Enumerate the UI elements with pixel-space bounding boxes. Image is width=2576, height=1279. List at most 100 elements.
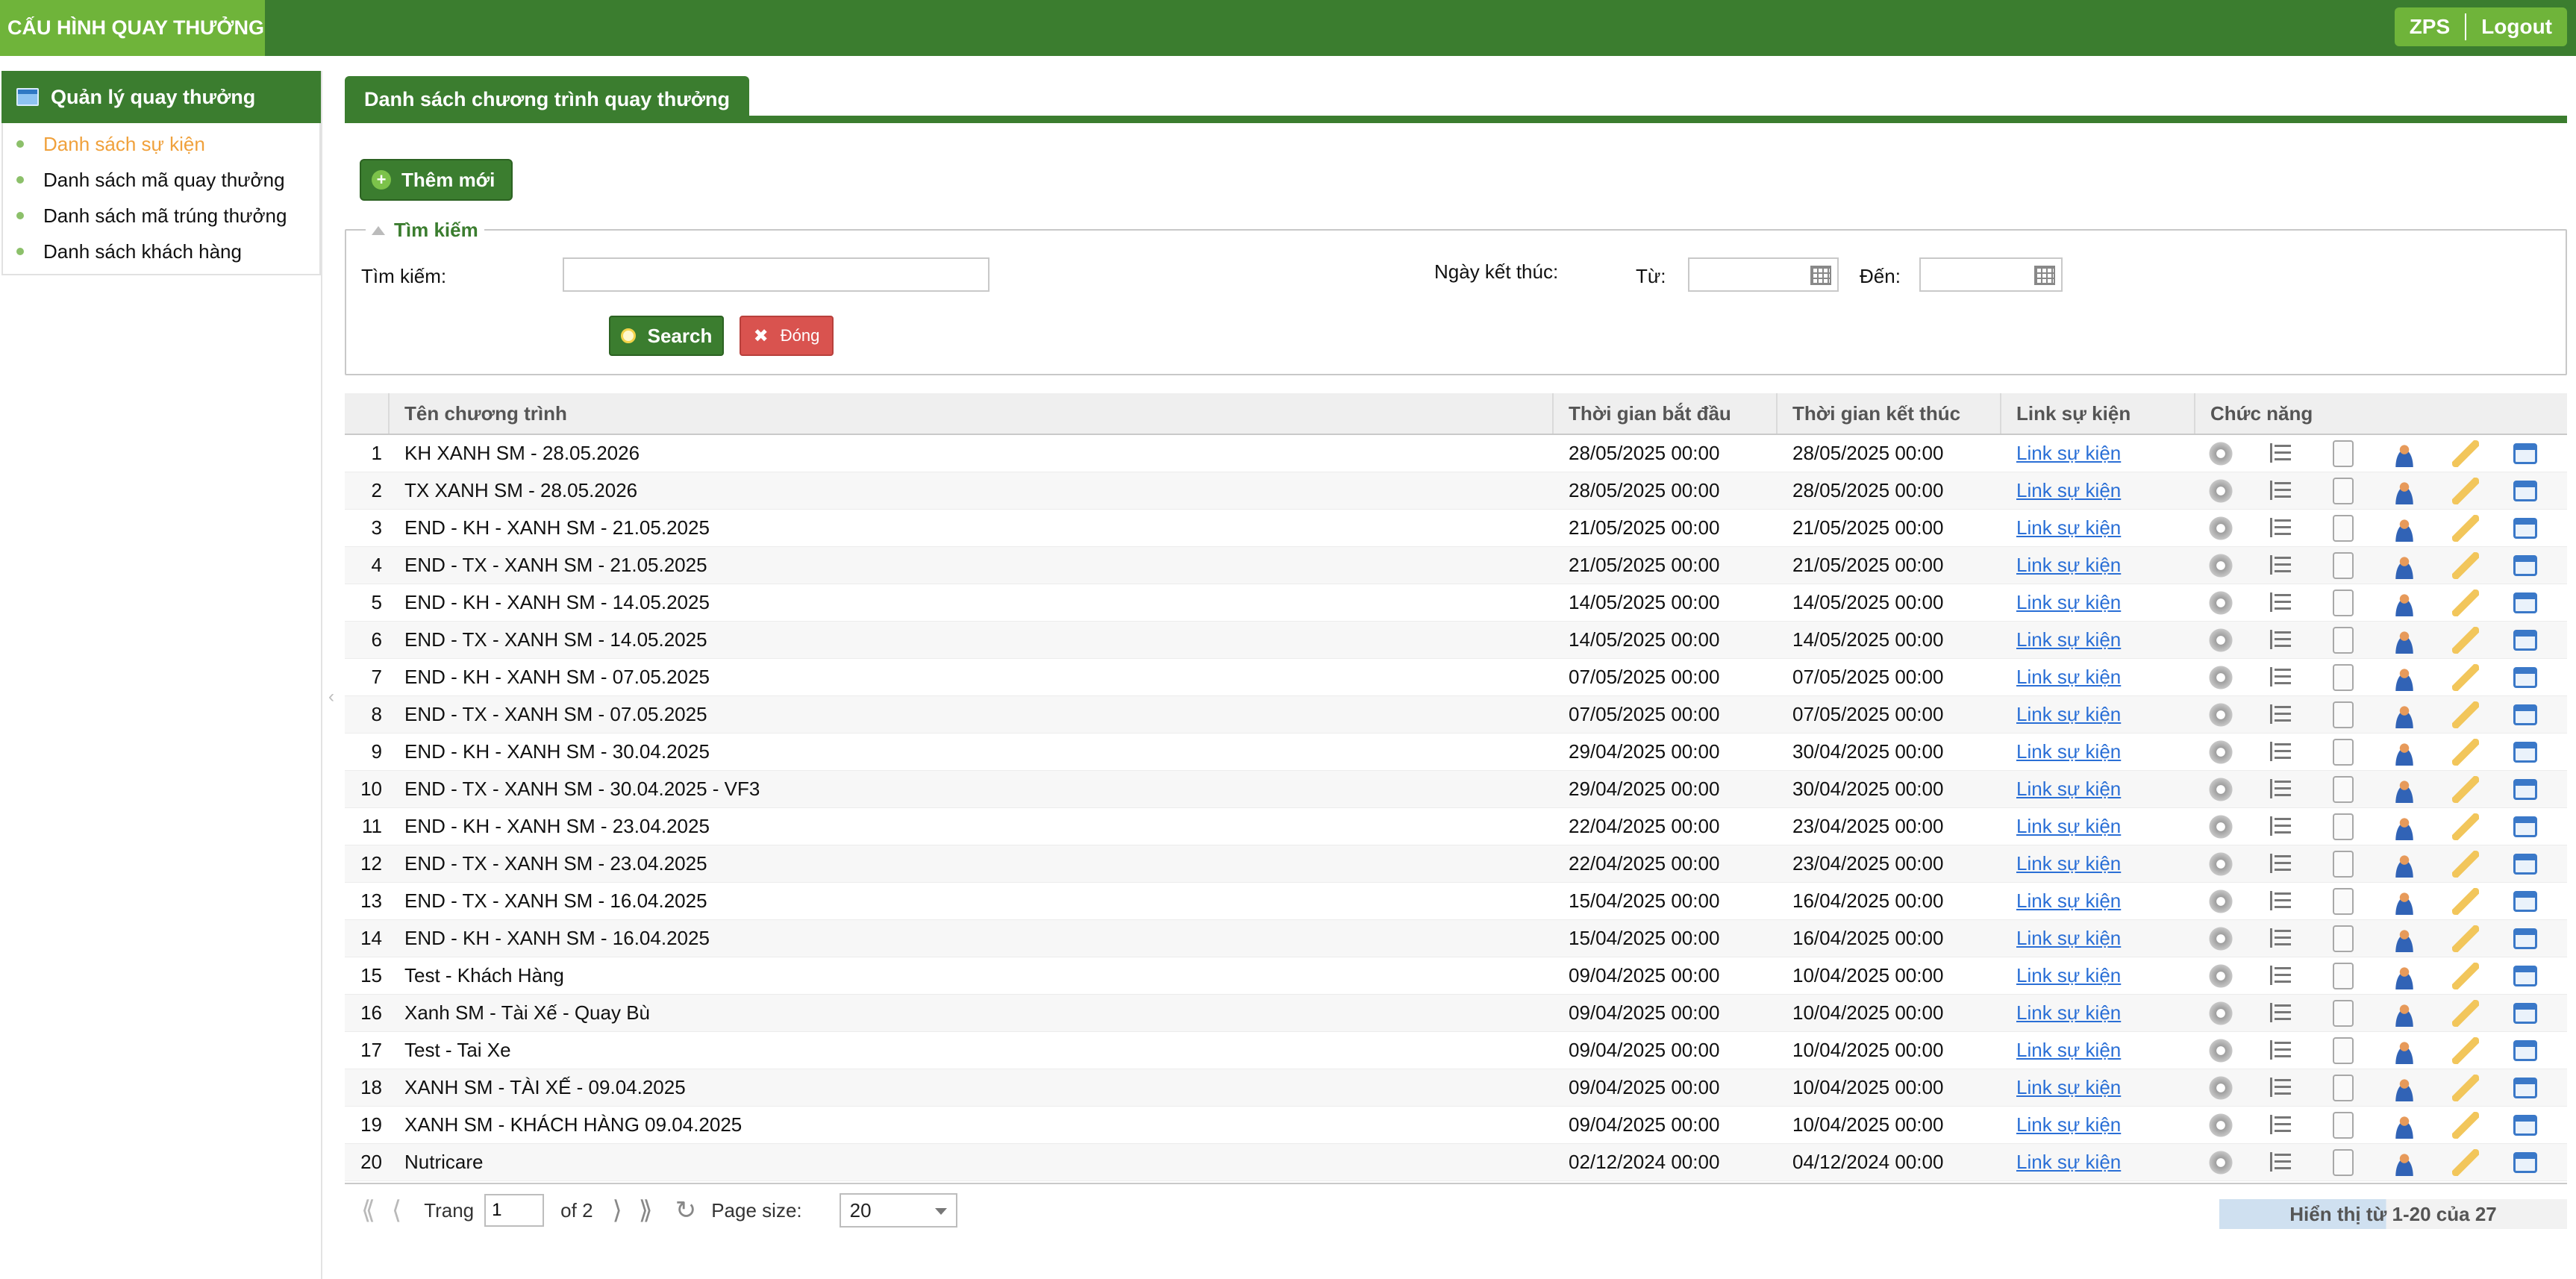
pencil-icon[interactable] — [2452, 887, 2479, 915]
window-icon[interactable] — [2513, 928, 2537, 949]
document-icon[interactable] — [2333, 589, 2354, 616]
window-icon[interactable] — [2513, 890, 2537, 912]
list-icon[interactable] — [2269, 589, 2295, 616]
document-icon[interactable] — [2333, 887, 2354, 915]
document-icon[interactable] — [2333, 514, 2354, 542]
table-row[interactable]: 4 END - TX - XANH SM - 21.05.2025 21/05/20… — [345, 547, 2567, 584]
document-icon[interactable] — [2333, 1036, 2354, 1064]
gear-icon[interactable] — [2207, 1074, 2234, 1101]
list-icon[interactable] — [2269, 1148, 2295, 1176]
gear-icon[interactable] — [2207, 663, 2234, 691]
user-icon[interactable] — [2391, 999, 2418, 1027]
event-link[interactable]: Link sự kiện — [2016, 516, 2121, 539]
event-link[interactable]: Link sự kiện — [2016, 889, 2121, 912]
pencil-icon[interactable] — [2452, 813, 2479, 840]
pencil-icon[interactable] — [2452, 1148, 2479, 1176]
user-icon[interactable] — [2391, 701, 2418, 728]
pencil-icon[interactable] — [2452, 440, 2479, 467]
window-icon[interactable] — [2513, 1039, 2537, 1061]
table-row[interactable]: 17 Test - Tai Xe 09/04/2025 00:00 10/04/202… — [345, 1032, 2567, 1069]
table-row[interactable]: 7 END - KH - XANH SM - 07.05.2025 07/05/20… — [345, 659, 2567, 696]
to-date-input[interactable] — [1919, 257, 2063, 292]
splitter-handle[interactable]: ‹ — [328, 687, 334, 707]
user-icon[interactable] — [2391, 551, 2418, 579]
table-row[interactable]: 19 XANH SM - KHÁCH HÀNG 09.04.2025 09/04/2… — [345, 1107, 2567, 1144]
header-start[interactable]: Thời gian bắt đầu — [1554, 393, 1778, 434]
pencil-icon[interactable] — [2452, 701, 2479, 728]
tab-program-list[interactable]: Danh sách chương trình quay thưởng — [345, 76, 750, 123]
window-icon[interactable] — [2513, 965, 2537, 986]
user-icon[interactable] — [2391, 775, 2418, 803]
document-icon[interactable] — [2333, 813, 2354, 840]
window-icon[interactable] — [2513, 778, 2537, 800]
window-icon[interactable] — [2513, 704, 2537, 725]
table-row[interactable]: 18 XANH SM - TÀI XẾ - 09.04.2025 09/04/202… — [345, 1069, 2567, 1107]
list-icon[interactable] — [2269, 1111, 2295, 1139]
table-row[interactable]: 5 END - KH - XANH SM - 14.05.2025 14/05/20… — [345, 584, 2567, 622]
window-icon[interactable] — [2513, 666, 2537, 688]
event-link[interactable]: Link sự kiện — [2016, 1076, 2121, 1098]
event-link[interactable]: Link sự kiện — [2016, 554, 2121, 576]
search-legend[interactable]: Tìm kiếm — [366, 219, 484, 242]
gear-icon[interactable] — [2207, 925, 2234, 952]
event-link[interactable]: Link sự kiện — [2016, 740, 2121, 763]
logout-button[interactable]: Logout — [2466, 7, 2567, 46]
event-link[interactable]: Link sự kiện — [2016, 964, 2121, 986]
table-row[interactable]: 13 END - TX - XANH SM - 16.04.2025 15/04/2… — [345, 883, 2567, 920]
pencil-icon[interactable] — [2452, 589, 2479, 616]
calendar-picker-icon[interactable] — [1810, 266, 1831, 285]
page-size-select[interactable]: 20 — [839, 1193, 957, 1228]
gear-icon[interactable] — [2207, 887, 2234, 915]
user-icon[interactable] — [2391, 477, 2418, 504]
document-icon[interactable] — [2333, 962, 2354, 989]
gear-icon[interactable] — [2207, 589, 2234, 616]
gear-icon[interactable] — [2207, 850, 2234, 878]
list-icon[interactable] — [2269, 850, 2295, 878]
list-icon[interactable] — [2269, 626, 2295, 654]
list-icon[interactable] — [2269, 551, 2295, 579]
pencil-icon[interactable] — [2452, 1074, 2479, 1101]
gear-icon[interactable] — [2207, 738, 2234, 766]
event-link[interactable]: Link sự kiện — [2016, 666, 2121, 688]
list-icon[interactable] — [2269, 925, 2295, 952]
user-icon[interactable] — [2391, 925, 2418, 952]
header-name[interactable]: Tên chương trình — [390, 393, 1554, 434]
user-icon[interactable] — [2391, 962, 2418, 989]
pencil-icon[interactable] — [2452, 775, 2479, 803]
pencil-icon[interactable] — [2452, 1111, 2479, 1139]
gear-icon[interactable] — [2207, 701, 2234, 728]
document-icon[interactable] — [2333, 551, 2354, 579]
user-icon[interactable] — [2391, 514, 2418, 542]
event-link[interactable]: Link sự kiện — [2016, 479, 2121, 501]
search-input[interactable] — [563, 257, 990, 292]
window-icon[interactable] — [2513, 853, 2537, 875]
from-date-input[interactable] — [1688, 257, 1839, 292]
window-icon[interactable] — [2513, 592, 2537, 613]
sidebar-item[interactable]: Danh sách khách hàng — [3, 234, 319, 269]
user-icon[interactable] — [2391, 1074, 2418, 1101]
event-link[interactable]: Link sự kiện — [2016, 442, 2121, 464]
pencil-icon[interactable] — [2452, 738, 2479, 766]
window-icon[interactable] — [2513, 1077, 2537, 1098]
user-icon[interactable] — [2391, 887, 2418, 915]
document-icon[interactable] — [2333, 850, 2354, 878]
table-row[interactable]: 15 Test - Khách Hàng 09/04/2025 00:00 10/04… — [345, 957, 2567, 995]
table-row[interactable]: 2 TX XANH SM - 28.05.2026 28/05/2025 00:00… — [345, 472, 2567, 510]
window-icon[interactable] — [2513, 629, 2537, 651]
gear-icon[interactable] — [2207, 1111, 2234, 1139]
event-link[interactable]: Link sự kiện — [2016, 852, 2121, 875]
window-icon[interactable] — [2513, 517, 2537, 539]
table-row[interactable]: 14 END - KH - XANH SM - 16.04.2025 15/04/2… — [345, 920, 2567, 957]
document-icon[interactable] — [2333, 775, 2354, 803]
event-link[interactable]: Link sự kiện — [2016, 1151, 2121, 1173]
event-link[interactable]: Link sự kiện — [2016, 703, 2121, 725]
window-icon[interactable] — [2513, 816, 2537, 837]
gear-icon[interactable] — [2207, 440, 2234, 467]
window-icon[interactable] — [2513, 1002, 2537, 1024]
gear-icon[interactable] — [2207, 962, 2234, 989]
pencil-icon[interactable] — [2452, 551, 2479, 579]
event-link[interactable]: Link sự kiện — [2016, 1113, 2121, 1136]
table-row[interactable]: 11 END - KH - XANH SM - 23.04.2025 22/04/2… — [345, 808, 2567, 845]
list-icon[interactable] — [2269, 999, 2295, 1027]
last-page-icon[interactable]: ⟫ — [639, 1195, 653, 1225]
